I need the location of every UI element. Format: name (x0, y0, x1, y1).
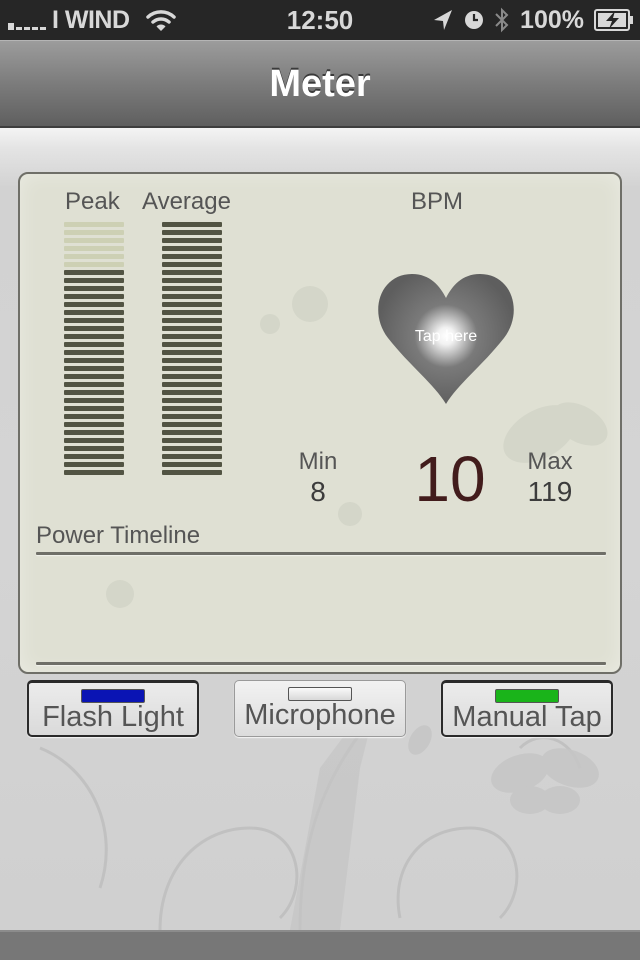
average-meter-segment (162, 366, 222, 371)
peak-meter-segment (64, 414, 124, 419)
peak-meter-segment (64, 278, 124, 283)
peak-meter-segment (64, 310, 124, 315)
peak-meter-segment (64, 246, 124, 251)
average-meter-segment (162, 238, 222, 243)
peak-meter-segment (64, 286, 124, 291)
peak-meter-segment (64, 254, 124, 259)
peak-meter-segment (64, 318, 124, 323)
peak-meter-segment (64, 358, 124, 363)
max-label: Max (527, 448, 573, 475)
average-meter-segment (162, 454, 222, 459)
average-meter-segment (162, 278, 222, 283)
power-timeline-title: Power Timeline (36, 522, 201, 549)
timeline-top-line (36, 552, 606, 555)
average-meter-segment (162, 286, 222, 291)
peak-meter-segment (64, 430, 124, 435)
average-meter-segment (162, 318, 222, 323)
location-arrow-icon (434, 10, 453, 30)
tap-heart-button[interactable]: Tap here (374, 272, 518, 406)
peak-meter-segment (64, 326, 124, 331)
average-meter-segment (162, 326, 222, 331)
battery-charging-icon (594, 9, 633, 31)
peak-meter-segment (64, 222, 124, 227)
peak-meter-segment (64, 342, 124, 347)
flash-light-label: Flash Light (42, 701, 184, 733)
peak-meter-segment (64, 238, 124, 243)
average-meter-segment (162, 390, 222, 395)
peak-meter-segment (64, 438, 124, 443)
average-meter-segment (162, 382, 222, 387)
average-meter-segment (162, 438, 222, 443)
tap-here-label: Tap here (414, 328, 478, 345)
average-meter-segment (162, 358, 222, 363)
page-title: Meter (269, 63, 371, 105)
average-level-meter (162, 222, 222, 478)
status-bar: I WIND 12:50 100% (0, 0, 640, 40)
average-meter-segment (162, 430, 222, 435)
min-label: Min (298, 448, 338, 475)
power-timeline-graph (36, 558, 606, 662)
average-meter-segment (162, 222, 222, 227)
bluetooth-icon (495, 7, 509, 33)
microphone-button[interactable]: Microphone (234, 680, 406, 737)
status-right: 100% (432, 6, 634, 34)
average-meter-segment (162, 302, 222, 307)
battery-percent: 100% (520, 5, 584, 34)
peak-meter-segment (64, 470, 124, 475)
peak-meter-segment (64, 366, 124, 371)
peak-meter-segment (64, 334, 124, 339)
peak-meter-segment (64, 270, 124, 275)
peak-meter-segment (64, 350, 124, 355)
navigation-bar: Meter (0, 40, 640, 128)
peak-level-meter (64, 222, 124, 478)
average-meter-segment (162, 350, 222, 355)
average-meter-segment (162, 406, 222, 411)
max-value: 119 (527, 476, 573, 507)
meter-panel: Peak Average BPM Tap here Min 8 10 Max 1… (18, 172, 622, 674)
average-meter-segment (162, 446, 222, 451)
average-meter-segment (162, 374, 222, 379)
peak-meter-segment (64, 446, 124, 451)
average-meter-segment (162, 310, 222, 315)
clock-icon (465, 11, 484, 29)
peak-meter-segment (64, 230, 124, 235)
peak-meter-segment (64, 422, 124, 427)
peak-meter-segment (64, 374, 124, 379)
flash-light-button[interactable]: Flash Light (27, 680, 199, 737)
average-meter-segment (162, 262, 222, 267)
peak-meter-segment (64, 302, 124, 307)
average-meter-segment (162, 270, 222, 275)
min-value: 8 (310, 476, 326, 507)
microphone-label: Microphone (244, 699, 396, 731)
peak-meter-segment (64, 382, 124, 387)
peak-label: Peak (65, 188, 120, 215)
manual-tap-label: Manual Tap (452, 701, 602, 733)
bpm-value: 10 (414, 443, 486, 515)
bpm-title: BPM (411, 188, 464, 215)
average-meter-segment (162, 414, 222, 419)
average-meter-segment (162, 334, 222, 339)
peak-meter-segment (64, 390, 124, 395)
timeline-bottom-line (36, 662, 606, 665)
average-meter-segment (162, 422, 222, 427)
peak-meter-segment (64, 454, 124, 459)
average-meter-segment (162, 230, 222, 235)
peak-meter-segment (64, 262, 124, 267)
average-meter-segment (162, 254, 222, 259)
average-meter-segment (162, 462, 222, 467)
peak-meter-segment (64, 406, 124, 411)
average-meter-segment (162, 470, 222, 475)
average-meter-segment (162, 342, 222, 347)
peak-meter-segment (64, 462, 124, 467)
peak-meter-segment (64, 294, 124, 299)
average-meter-segment (162, 294, 222, 299)
bottom-bar (0, 930, 640, 960)
average-label: Average (142, 188, 231, 215)
average-meter-segment (162, 398, 222, 403)
average-meter-segment (162, 246, 222, 251)
peak-meter-segment (64, 398, 124, 403)
manual-tap-button[interactable]: Manual Tap (441, 680, 613, 737)
